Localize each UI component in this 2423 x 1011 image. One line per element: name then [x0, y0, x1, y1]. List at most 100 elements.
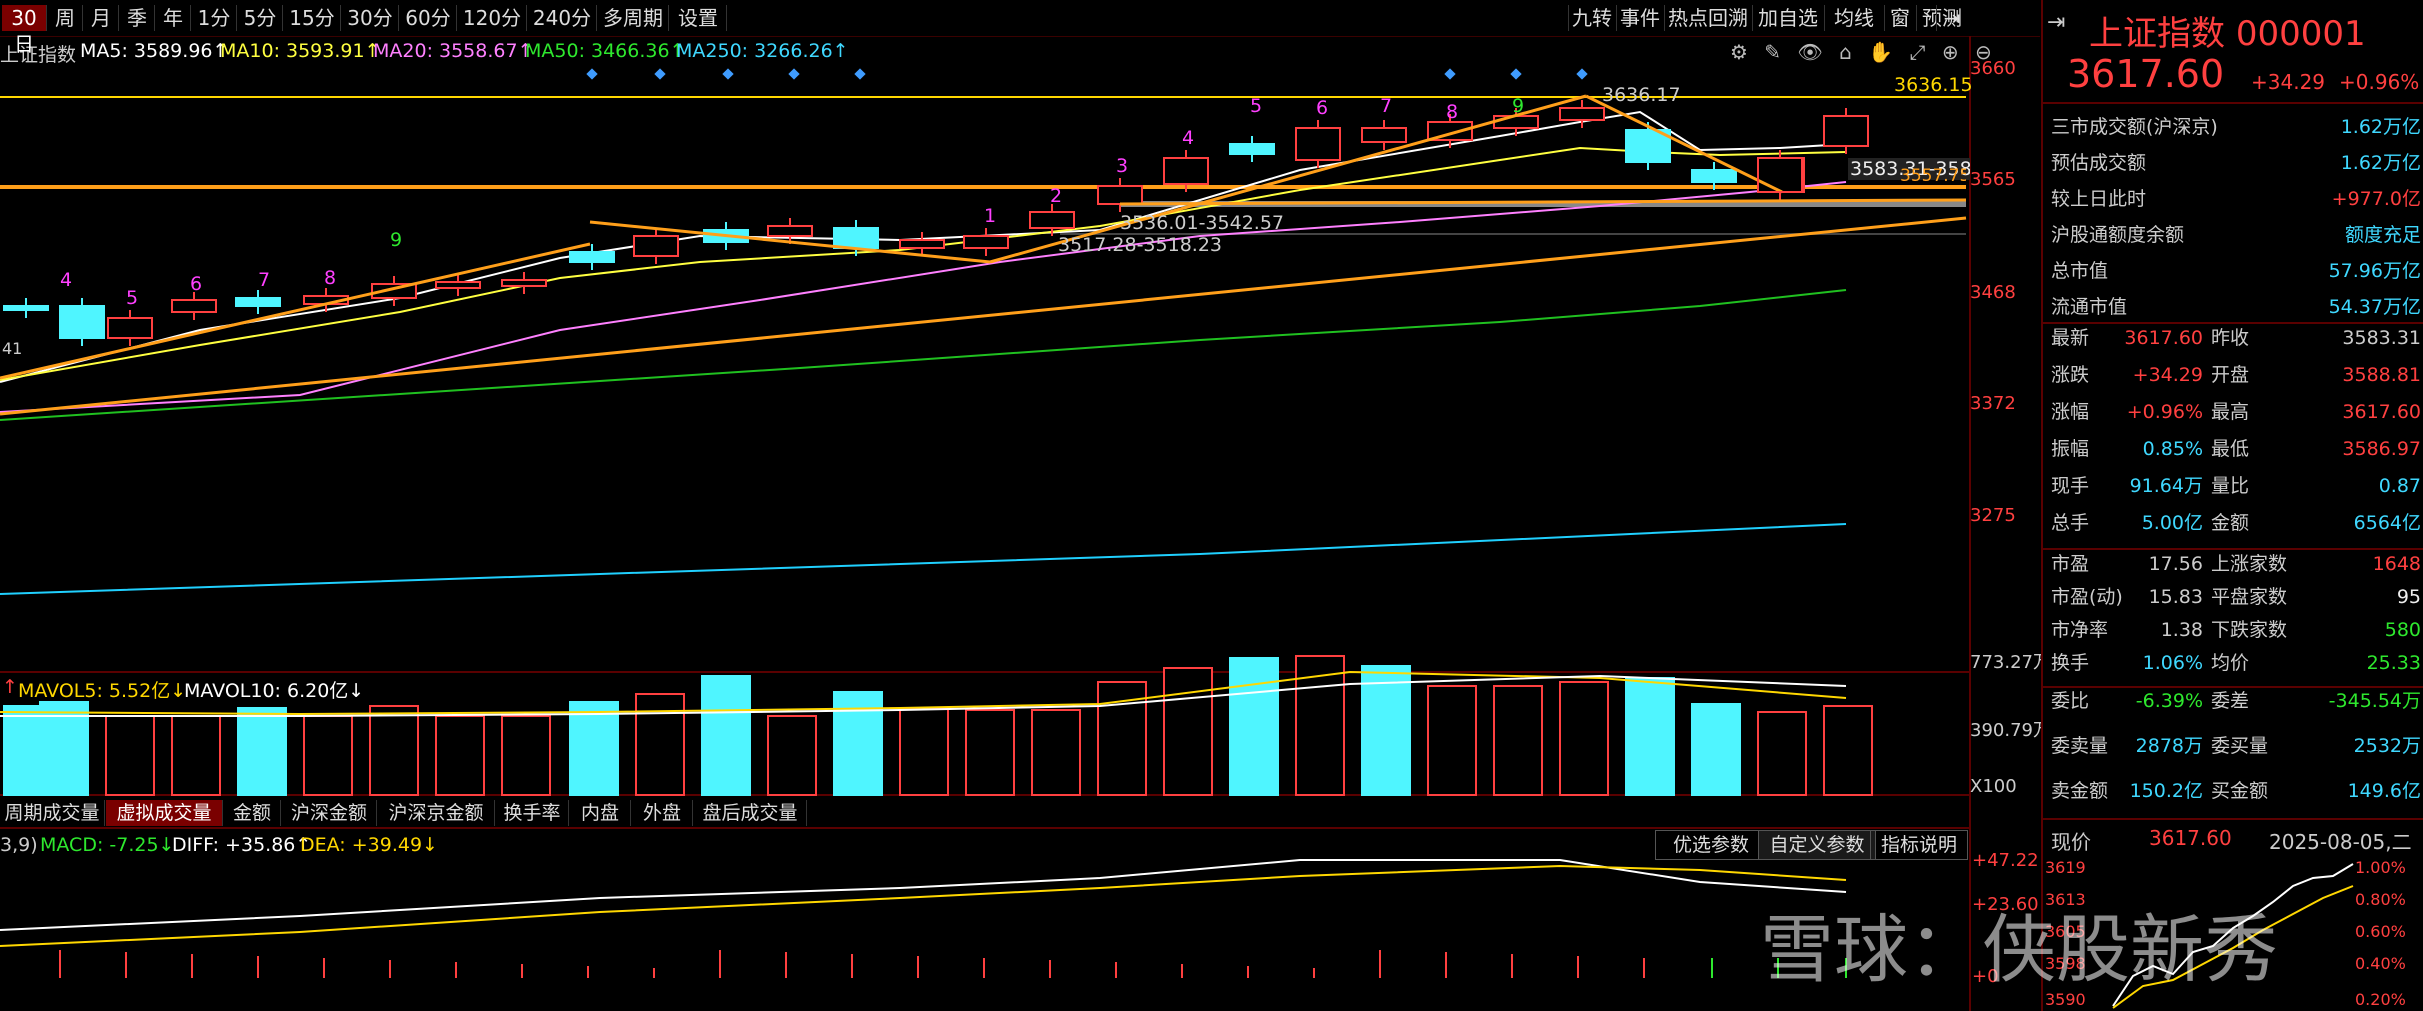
period-tab[interactable]: 月 [84, 5, 119, 31]
preferred-params-button[interactable]: 优选参数 [1655, 830, 1767, 860]
event-marker[interactable] [586, 68, 598, 80]
fullscreen-icon[interactable]: ⇥ [1936, 5, 1967, 31]
tool-button[interactable]: 九转 [1568, 5, 1615, 31]
period-tab[interactable]: 季 [120, 5, 155, 31]
period-tab[interactable]: 240分 [528, 5, 597, 31]
volume-subtab[interactable]: 周期成交量 [0, 800, 105, 826]
volume-bar[interactable] [303, 715, 353, 796]
tool-button[interactable]: 事件 [1616, 5, 1663, 31]
candlestick[interactable] [833, 227, 879, 249]
volume-bar[interactable] [369, 705, 419, 796]
custom-params-button[interactable]: 自定义参数 [1758, 830, 1876, 860]
moving-average-line[interactable] [0, 523, 1847, 595]
period-tab[interactable]: 1分 [192, 5, 237, 31]
period-tab[interactable]: 60分 [400, 5, 457, 31]
event-marker[interactable] [788, 68, 800, 80]
hand-icon[interactable]: ✋ [1868, 40, 1893, 64]
volume-bar[interactable] [105, 715, 155, 796]
candlestick[interactable] [1493, 115, 1539, 129]
volume-bar[interactable] [1295, 655, 1345, 796]
volume-bar[interactable] [237, 707, 287, 796]
moving-average-line[interactable] [0, 289, 1847, 421]
volume-subtab[interactable]: 外盘 [632, 800, 693, 826]
candlestick[interactable] [1163, 157, 1209, 185]
volume-subtab[interactable]: 虚拟成交量 [106, 800, 223, 826]
candlestick[interactable] [3, 305, 49, 311]
candlestick[interactable] [235, 297, 281, 307]
volume-bar[interactable] [767, 715, 817, 796]
settings-icon[interactable]: ⚙ [1730, 40, 1748, 64]
volume-subtab[interactable]: 金额 [224, 800, 281, 826]
candlestick[interactable] [435, 281, 481, 289]
tool-button[interactable]: 均线 [1824, 5, 1883, 31]
candlestick[interactable] [767, 225, 813, 237]
moving-average-line[interactable] [0, 146, 1847, 381]
candlestick[interactable] [59, 305, 105, 339]
volume-bar[interactable] [1691, 703, 1741, 796]
tool-button[interactable]: 加自选 [1752, 5, 1823, 31]
volume-subtab[interactable]: 内盘 [570, 800, 631, 826]
candlestick[interactable] [1295, 127, 1341, 161]
volume-bar[interactable] [1229, 657, 1279, 796]
event-marker[interactable] [1444, 68, 1456, 80]
period-tab[interactable]: 多周期 [598, 5, 669, 31]
expand-icon[interactable]: ⤢ [1910, 40, 1926, 64]
event-marker[interactable] [854, 68, 866, 80]
event-marker[interactable] [722, 68, 734, 80]
volume-bar[interactable] [965, 709, 1015, 796]
volume-bar[interactable] [1823, 705, 1873, 796]
candlestick[interactable] [171, 299, 217, 313]
candlestick[interactable] [1757, 157, 1803, 193]
lock-icon[interactable]: ⌂ [1839, 40, 1852, 64]
volume-subtab[interactable]: 换手率 [496, 800, 569, 826]
tool-button[interactable]: 热点回溯 [1664, 5, 1751, 31]
period-tab[interactable]: 30分 [342, 5, 399, 31]
candlestick[interactable] [501, 279, 547, 287]
period-tab[interactable]: 设置 [670, 5, 727, 31]
period-tab[interactable]: 年 [156, 5, 191, 31]
tool-button[interactable]: 窗 [1884, 5, 1915, 31]
volume-bar[interactable] [171, 715, 221, 796]
volume-subtab[interactable]: 沪深金额 [282, 800, 377, 826]
candlestick[interactable] [1029, 211, 1075, 229]
volume-bar[interactable] [1625, 677, 1675, 796]
volume-bar[interactable] [1493, 685, 1543, 796]
volume-bar[interactable] [1361, 665, 1411, 796]
volume-bar[interactable] [435, 715, 485, 796]
eye-icon[interactable]: 👁 [1797, 40, 1822, 64]
volume-subtab[interactable]: 沪深京金额 [378, 800, 495, 826]
period-tab[interactable]: 30日 [2, 5, 47, 56]
candlestick[interactable] [1559, 107, 1605, 121]
candlestick[interactable] [963, 235, 1009, 249]
volume-bar[interactable] [635, 693, 685, 796]
candlestick[interactable] [899, 239, 945, 249]
event-marker[interactable] [654, 68, 666, 80]
trend-arrow[interactable] [1585, 94, 1783, 194]
panel-pin-icon[interactable]: ⇥ [2047, 10, 2065, 35]
period-tab[interactable]: 120分 [458, 5, 527, 31]
volume-bar[interactable] [501, 715, 551, 796]
candlestick[interactable] [1823, 115, 1869, 147]
volume-bar[interactable] [701, 675, 751, 796]
volume-bar[interactable] [1427, 685, 1477, 796]
volume-bar[interactable] [1757, 711, 1807, 796]
candlestick[interactable] [107, 317, 153, 339]
candlestick[interactable] [633, 235, 679, 257]
candlestick[interactable] [1229, 143, 1275, 155]
candlestick[interactable] [569, 251, 615, 263]
volume-bar[interactable] [1031, 709, 1081, 796]
volume-bar[interactable] [1559, 681, 1609, 796]
volume-subtab[interactable]: 盘后成交量 [694, 800, 807, 826]
volume-bar[interactable] [1163, 667, 1213, 796]
period-tab[interactable]: 5分 [238, 5, 283, 31]
event-marker[interactable] [1510, 68, 1522, 80]
event-marker[interactable] [1576, 68, 1588, 80]
candlestick[interactable] [1361, 127, 1407, 143]
indicator-help-button[interactable]: 指标说明 [1870, 830, 1968, 860]
edit-icon[interactable]: ✎ [1764, 40, 1781, 64]
volume-bar[interactable] [899, 707, 949, 796]
zoom-in-icon[interactable]: ⊕ [1942, 40, 1959, 64]
volume-bar[interactable] [569, 701, 619, 796]
candlestick[interactable] [1097, 185, 1143, 205]
period-tab[interactable]: 15分 [284, 5, 341, 31]
